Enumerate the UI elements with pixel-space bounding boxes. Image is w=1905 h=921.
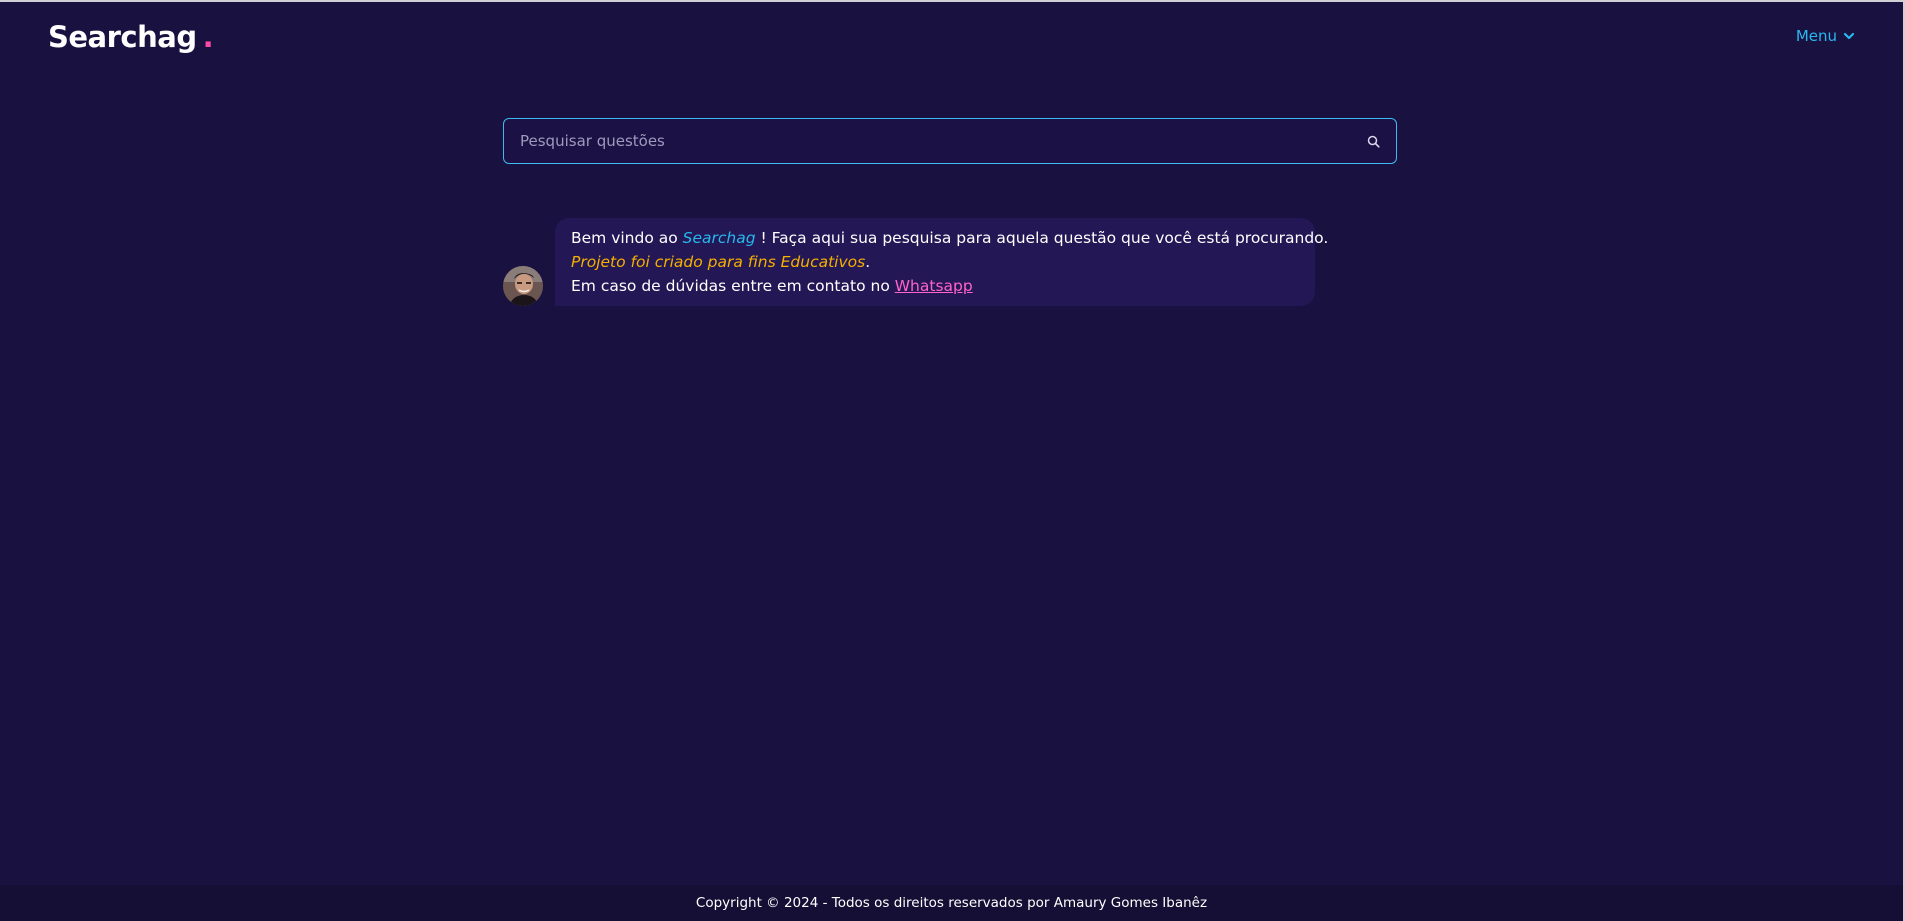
welcome-prefix: Bem vindo ao [571,229,683,247]
search-bar [503,118,1397,164]
avatar [503,266,543,306]
contact-line: Em caso de dúvidas entre em contato no W… [571,274,1299,298]
site-logo[interactable]: Searchag. [48,20,214,54]
menu-label: Menu [1795,27,1837,45]
search-icon[interactable] [1350,119,1396,163]
chevron-down-icon [1843,30,1855,42]
search-input[interactable] [504,118,1350,164]
whatsapp-link[interactable]: Whatsapp [895,277,973,295]
contact-prefix: Em caso de dúvidas entre em contato no [571,277,895,295]
site-footer: Copyright © 2024 - Todos os direitos res… [0,885,1903,921]
welcome-suffix: ! Faça aqui sua pesquisa para aquela que… [755,229,1329,247]
chat-bubble: Bem vindo ao Searchag ! Faça aqui sua pe… [555,218,1328,306]
copyright-text: Copyright © 2024 - Todos os direitos res… [695,895,1208,911]
education-line: Projeto foi criado para fins Educativos. [571,250,1299,274]
logo-dot: . [202,20,214,54]
education-note: Projeto foi criado para fins Educativos [571,253,866,271]
site-header: Searchag. Menu [0,2,1905,72]
menu-button[interactable]: Menu [1796,27,1855,45]
education-period: . [865,253,871,271]
logo-text: Searchag [48,20,197,54]
brand-name: Searchag [682,229,756,247]
welcome-line: Bem vindo ao Searchag ! Faça aqui sua pe… [571,226,1328,250]
